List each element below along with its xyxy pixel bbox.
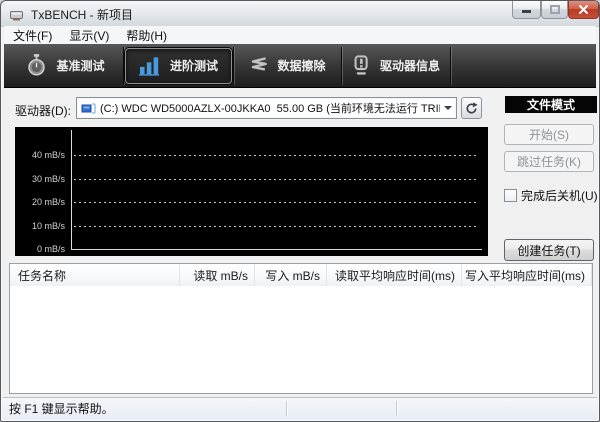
tab-label: 基准测试 xyxy=(56,59,105,73)
gridline xyxy=(74,179,478,180)
minimize-button[interactable] xyxy=(512,1,541,19)
shutdown-after-label: 完成后关机(U) xyxy=(521,189,598,203)
status-separator xyxy=(286,401,287,416)
status-bar: 按 F1 键显示帮助。 xyxy=(3,397,597,419)
tab-separator xyxy=(123,46,124,85)
tab-separator xyxy=(233,46,234,85)
column-header-2[interactable]: 读取 mB/s xyxy=(180,264,255,286)
close-button[interactable] xyxy=(568,1,599,19)
shutdown-after-checkbox[interactable] xyxy=(504,189,517,202)
drive-selected-value: (C:) WDC WD5000AZLX-00JKKA0 55.00 GB (当前… xyxy=(100,103,440,115)
status-separator xyxy=(396,401,397,416)
app-icon xyxy=(9,6,25,22)
app-window: TxBENCH - 新项目 文件(F) 显示(V) 帮助(H) 基准测试 进阶测试 数据… xyxy=(0,0,600,422)
task-table-body xyxy=(10,286,592,393)
task-table: 任务名称 读取 mB/s 写入 mB/s 读取平均响应时间(ms) 写入平均响应时间(m… xyxy=(9,263,593,394)
status-help-text: 按 F1 键显示帮助。 xyxy=(9,402,114,416)
tab-4[interactable]: 驱动器信息 xyxy=(343,48,449,84)
drive-label: 驱动器(D): xyxy=(15,104,71,118)
gridline xyxy=(74,155,478,156)
start-button[interactable]: 开始(S) xyxy=(504,124,594,145)
task-table-header: 任务名称 读取 mB/s 写入 mB/s 读取平均响应时间(ms) 写入平均响应时间(m… xyxy=(10,264,592,287)
speed-chart: 40 mB/s 30 mB/s 20 mB/s 10 mB/s 0 mB/s xyxy=(15,127,488,256)
y-tick-label: 0 mB/s xyxy=(36,244,65,254)
menu-item-2[interactable]: 显示(V) xyxy=(61,25,117,46)
tab-2[interactable]: 进阶测试 xyxy=(125,47,232,84)
y-tick-label: 40 mB/s xyxy=(31,150,65,160)
gridline xyxy=(74,202,478,203)
y-tick-label: 30 mB/s xyxy=(31,174,65,184)
chart-y-axis xyxy=(71,130,72,250)
create-task-button[interactable]: 创建任务(T) xyxy=(504,239,594,261)
window-title: TxBENCH - 新项目 xyxy=(31,8,134,22)
maximize-button[interactable] xyxy=(541,1,568,19)
menu-item-1[interactable]: 文件(F) xyxy=(5,25,60,46)
menu-bar: 文件(F) 显示(V) 帮助(H) xyxy=(4,26,596,45)
chevron-down-icon[interactable] xyxy=(440,98,456,118)
column-header-5[interactable]: 写入平均响应时间(ms) xyxy=(462,264,592,286)
tab-label: 数据擦除 xyxy=(277,59,326,73)
drive-icon xyxy=(81,102,96,115)
tab-label: 驱动器信息 xyxy=(379,59,440,73)
chart-x-axis xyxy=(71,249,482,250)
title-bar[interactable]: TxBENCH - 新项目 xyxy=(1,1,599,27)
y-tick-label: 20 mB/s xyxy=(31,197,65,207)
column-header-1[interactable]: 任务名称 xyxy=(10,264,180,286)
y-tick-label: 10 mB/s xyxy=(31,221,65,231)
toolbar-tabs: 基准测试 进阶测试 数据擦除 驱动器信息 xyxy=(4,44,596,88)
tab-label: 进阶测试 xyxy=(169,59,218,73)
refresh-drives-button[interactable] xyxy=(461,97,482,119)
column-header-3[interactable]: 写入 mB/s xyxy=(255,264,327,286)
gridline xyxy=(74,226,478,227)
stopwatch-icon xyxy=(26,54,47,77)
skip-task-button[interactable]: 跳过任务(K) xyxy=(504,151,594,172)
refresh-icon xyxy=(466,101,478,114)
tab-separator xyxy=(450,46,451,85)
column-header-4[interactable]: 读取平均响应时间(ms) xyxy=(327,264,462,286)
drive-info-icon xyxy=(352,55,371,76)
eraser-icon xyxy=(249,56,268,75)
file-mode-badge: 文件模式 xyxy=(505,96,597,113)
tab-3[interactable]: 数据擦除 xyxy=(235,48,340,84)
menu-item-3[interactable]: 帮助(H) xyxy=(118,25,175,46)
tab-separator xyxy=(341,46,342,85)
tab-1[interactable]: 基准测试 xyxy=(9,48,122,84)
drive-select[interactable]: (C:) WDC WD5000AZLX-00JKKA0 55.00 GB (当前… xyxy=(76,97,457,119)
bar-chart-icon xyxy=(139,56,161,76)
